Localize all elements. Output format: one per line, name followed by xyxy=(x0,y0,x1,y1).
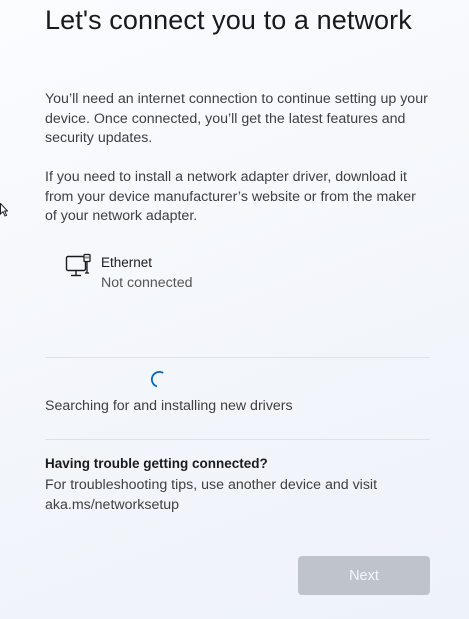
ethernet-icon xyxy=(65,253,91,277)
network-status: Not connected xyxy=(101,275,193,291)
divider xyxy=(45,439,430,440)
driver-paragraph: If you need to install a network adapter… xyxy=(45,169,416,225)
page-title: Let's connect you to a network xyxy=(45,5,412,35)
network-setup-page: Let's connect you to a network You’ll ne… xyxy=(45,0,435,619)
mouse-cursor-icon xyxy=(0,203,8,217)
network-item-ethernet[interactable]: Ethernet Not connected xyxy=(65,252,365,296)
progress-status-text: Searching for and installing new drivers xyxy=(45,398,293,414)
network-name: Ethernet xyxy=(101,255,153,270)
next-button[interactable]: Next xyxy=(298,556,430,595)
divider xyxy=(45,357,430,358)
spinner-icon xyxy=(150,371,164,388)
intro-paragraph: You’ll need an internet connection to co… xyxy=(45,91,428,147)
help-heading: Having trouble getting connected? xyxy=(45,456,268,471)
help-text: For troubleshooting tips, use another de… xyxy=(45,477,378,513)
